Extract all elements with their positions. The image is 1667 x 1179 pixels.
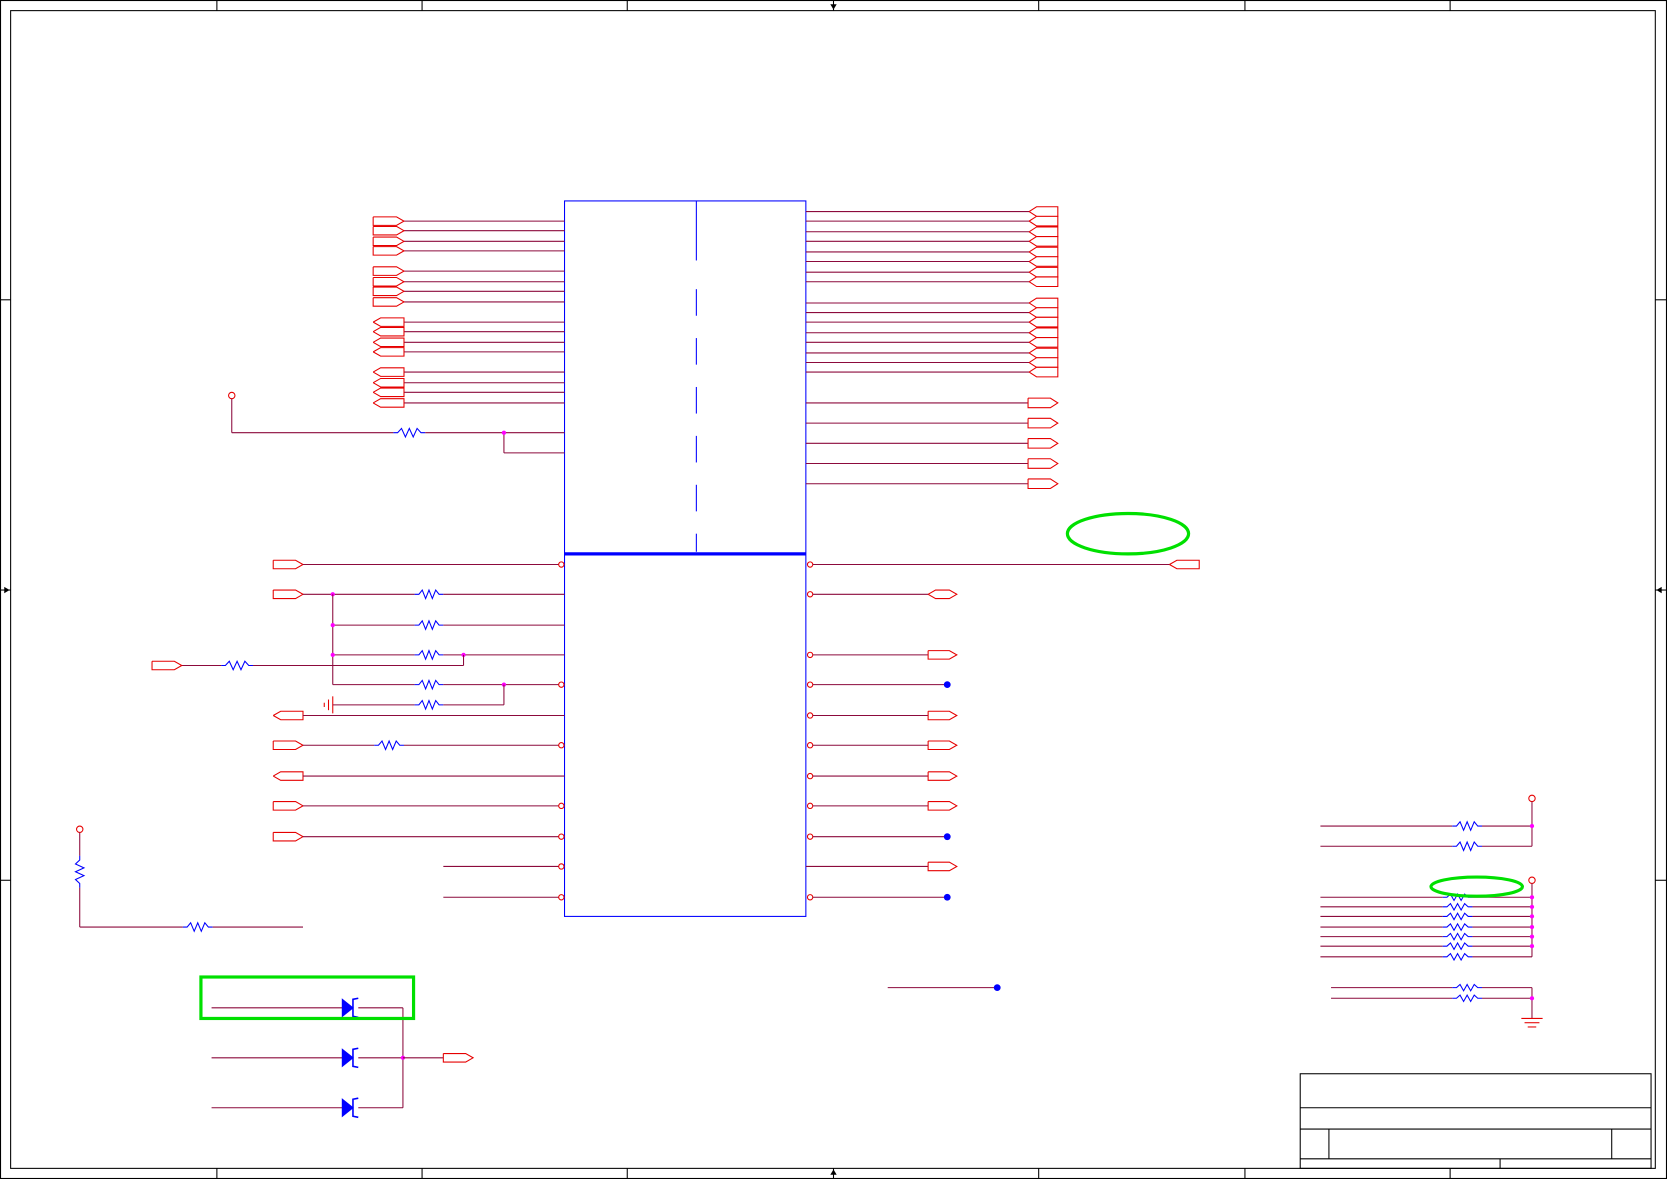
port-icon	[1028, 256, 1059, 267]
pin-bubble	[806, 561, 814, 568]
port-icon	[1028, 347, 1059, 359]
port-icon	[372, 276, 406, 287]
port-icon	[1028, 316, 1059, 328]
port-icon	[927, 861, 958, 872]
junction-dot	[501, 430, 507, 435]
junction-dot	[1529, 914, 1535, 919]
port-icon	[1028, 307, 1059, 318]
sheet-background	[0, 0, 1667, 1179]
port-icon	[372, 286, 406, 297]
port-icon	[927, 801, 958, 811]
port-icon	[372, 246, 406, 256]
port-icon	[1169, 559, 1200, 570]
pin-bubble	[558, 681, 565, 688]
port-icon	[1027, 397, 1059, 409]
pin-bubble	[558, 894, 565, 901]
junction-dot	[1529, 934, 1535, 939]
junction-dot	[1529, 944, 1535, 949]
junction-dot	[330, 622, 335, 628]
port-icon	[1027, 478, 1059, 490]
pin-bubble	[806, 651, 814, 659]
vcc-symbol-icon	[1528, 794, 1536, 803]
port-icon	[272, 740, 305, 751]
port-icon	[272, 801, 305, 811]
port-icon	[1028, 276, 1059, 288]
port-icon	[1028, 266, 1059, 278]
port-icon	[1028, 226, 1059, 238]
port-icon	[272, 559, 305, 570]
port-icon	[151, 660, 183, 671]
port-icon	[372, 266, 406, 276]
schematic-canvas	[0, 0, 1667, 1179]
port-icon	[1028, 327, 1059, 339]
pin-bubble	[558, 802, 565, 810]
pin-bubble	[558, 833, 565, 840]
junction-dot	[1529, 823, 1535, 829]
no-connect-dot-icon	[943, 833, 951, 841]
pin-bubble	[806, 772, 814, 780]
pin-bubble	[558, 742, 565, 749]
port-icon	[272, 831, 305, 842]
port-icon	[1028, 215, 1059, 227]
pin-bubble	[806, 712, 814, 719]
port-icon	[372, 225, 406, 236]
port-icon	[1028, 236, 1059, 247]
port-icon	[372, 236, 406, 247]
port-icon	[927, 740, 958, 751]
port-icon	[927, 771, 958, 781]
junction-dot	[1529, 904, 1535, 909]
port-icon	[372, 367, 405, 377]
port-icon	[372, 387, 405, 398]
vcc-symbol-icon	[1528, 876, 1536, 884]
port-icon	[372, 398, 405, 408]
port-icon	[372, 216, 406, 226]
port-icon	[372, 337, 405, 348]
vcc-symbol-icon	[228, 391, 236, 400]
port-icon	[372, 326, 405, 337]
pin-bubble	[806, 894, 814, 901]
port-icon	[1027, 458, 1059, 469]
port-icon	[1028, 357, 1059, 368]
port-icon	[372, 317, 405, 327]
port-icon	[927, 589, 958, 600]
port-icon	[1028, 206, 1059, 217]
junction-dot	[1529, 996, 1535, 1001]
no-connect-dot-icon	[993, 984, 1001, 992]
port-icon	[1028, 297, 1059, 309]
port-icon	[1028, 337, 1059, 348]
port-icon	[927, 650, 958, 660]
pin-bubble	[806, 681, 814, 688]
pin-bubble	[558, 863, 565, 870]
port-icon	[272, 710, 304, 721]
vcc-symbol-icon	[76, 825, 84, 833]
pin-bubble	[558, 561, 565, 568]
port-icon	[372, 377, 405, 388]
port-icon	[1027, 417, 1059, 429]
pin-bubble	[806, 591, 814, 598]
port-icon	[372, 347, 405, 357]
port-icon	[1027, 438, 1059, 449]
junction-dot	[1529, 895, 1535, 900]
port-icon	[272, 771, 304, 781]
junction-dot	[330, 652, 335, 658]
pin-bubble	[806, 742, 814, 749]
port-icon	[1028, 366, 1059, 378]
port-icon	[372, 297, 406, 307]
port-icon	[1028, 246, 1059, 258]
pin-bubble	[806, 833, 814, 840]
port-icon	[272, 589, 305, 600]
no-connect-dot-icon	[943, 893, 951, 901]
no-connect-dot-icon	[943, 681, 951, 689]
port-icon	[927, 710, 958, 721]
port-icon	[442, 1053, 475, 1063]
junction-dot	[1529, 924, 1535, 930]
pin-bubble	[806, 802, 814, 810]
